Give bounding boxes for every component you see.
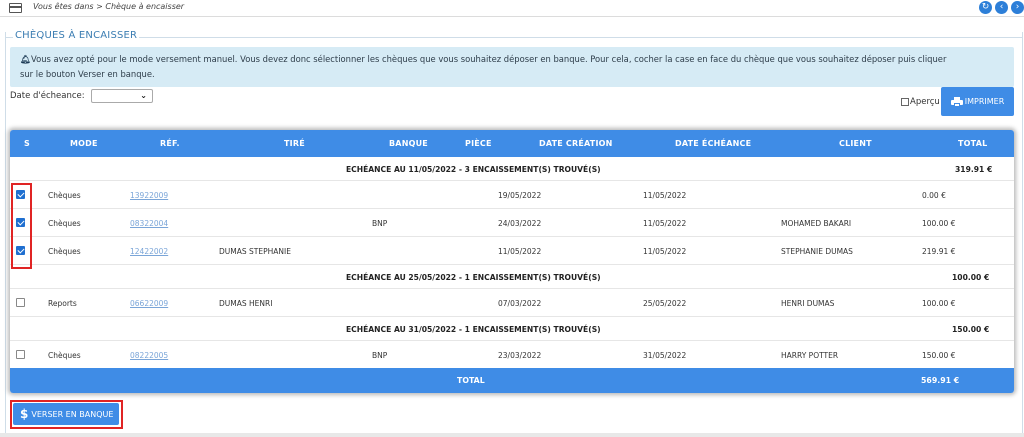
header-banque: BANQUE xyxy=(389,139,428,148)
footer-total-label: TOTAL xyxy=(457,376,485,385)
cell-banque: BNP xyxy=(372,351,388,360)
group-title: ECHÉANCE AU 25/05/2022 - 1 ENCAISSEMENT(… xyxy=(346,273,601,282)
group-total: 100.00 € xyxy=(952,273,990,282)
cell-total: 0.00 € xyxy=(922,191,946,200)
dollar-icon: $ xyxy=(20,407,29,421)
due-date-select[interactable]: ⌄ xyxy=(91,89,153,103)
header-piece: PIÈCE xyxy=(465,139,492,148)
cell-ref-link[interactable]: 13922009 xyxy=(130,191,168,200)
cell-tire: DUMAS HENRI xyxy=(219,299,273,308)
cell-date-creation: 11/05/2022 xyxy=(498,247,542,256)
cell-mode: Reports xyxy=(48,299,77,308)
cell-total: 100.00 € xyxy=(922,219,956,228)
cell-total: 219.91 € xyxy=(922,247,956,256)
info-line-2: sur le bouton Verser en banque. xyxy=(20,69,155,79)
table-row: Reports 06622009 DUMAS HENRI 07/03/2022 … xyxy=(10,289,1014,317)
checked-rows-highlight xyxy=(11,183,32,269)
forward-icon[interactable]: › xyxy=(1011,1,1024,14)
cell-client: HENRI DUMAS xyxy=(781,299,835,308)
window-icon xyxy=(9,3,22,13)
bell-icon: 🔔︎ xyxy=(20,54,31,64)
row-checkbox[interactable] xyxy=(16,298,25,307)
cell-mode: Chèques xyxy=(48,351,81,360)
cell-date-creation: 23/03/2022 xyxy=(498,351,542,360)
cell-date-echeance: 11/05/2022 xyxy=(643,247,687,256)
page-title: CHÈQUES À ENCAISSER xyxy=(13,30,140,41)
info-message: 🔔︎Vous avez opté pour le mode versement … xyxy=(10,47,1014,87)
cell-client: STEPHANIE DUMAS xyxy=(781,247,853,256)
table-footer: TOTAL 569.91 € xyxy=(10,368,1014,393)
header-ref: RÉF. xyxy=(160,139,180,148)
cell-ref-link[interactable]: 08222005 xyxy=(130,351,168,360)
horizontal-scrollbar[interactable] xyxy=(0,433,1024,437)
nav-icons: ↻ ‹ › xyxy=(979,1,1024,14)
group-total: 150.00 € xyxy=(952,325,990,334)
group-title: ECHÉANCE AU 11/05/2022 - 3 ENCAISSEMENT(… xyxy=(346,165,601,174)
cell-mode: Chèques xyxy=(48,191,81,200)
deposit-to-bank-button[interactable]: $ VERSER EN BANQUE xyxy=(13,403,119,425)
chevron-down-icon: ⌄ xyxy=(140,91,147,100)
header-s: S xyxy=(24,139,30,148)
cell-date-echeance: 25/05/2022 xyxy=(643,299,687,308)
cell-date-echeance: 11/05/2022 xyxy=(643,219,687,228)
preview-label: Aperçu xyxy=(910,97,940,107)
cell-ref-link[interactable]: 06622009 xyxy=(130,299,168,308)
table-row: Chèques 08222005 BNP 23/03/2022 31/05/20… xyxy=(10,341,1014,369)
cell-mode: Chèques xyxy=(48,219,81,228)
header-client: CLIENT xyxy=(839,139,872,148)
refresh-icon[interactable]: ↻ xyxy=(979,1,992,14)
header-date-echeance: DATE ÉCHÉANCE xyxy=(675,139,752,148)
table-row: Chèques 13922009 19/05/2022 11/05/2022 0… xyxy=(10,181,1014,209)
cell-date-echeance: 11/05/2022 xyxy=(643,191,687,200)
cell-client: MOHAMED BAKARI xyxy=(781,219,852,228)
cell-date-creation: 07/03/2022 xyxy=(498,299,542,308)
header-tire: TIRÉ xyxy=(284,139,305,148)
preview-option[interactable]: Aperçu xyxy=(901,97,940,107)
cell-mode: Chèques xyxy=(48,247,81,256)
group-row: ECHÉANCE AU 11/05/2022 - 3 ENCAISSEMENT(… xyxy=(10,157,1014,181)
cell-date-echeance: 31/05/2022 xyxy=(643,351,687,360)
cell-tire: DUMAS STEPHANIE xyxy=(219,247,291,256)
preview-checkbox[interactable] xyxy=(901,98,909,106)
info-line-1: Vous avez opté pour le mode versement ma… xyxy=(31,54,947,64)
table-header: S MODE RÉF. TIRÉ BANQUE PIÈCE DATE CRÉAT… xyxy=(10,130,1014,157)
cell-total: 150.00 € xyxy=(922,351,956,360)
cell-client: HARRY POTTER xyxy=(781,351,839,360)
group-title: ECHÉANCE AU 31/05/2022 - 1 ENCAISSEMENT(… xyxy=(346,325,601,334)
header-mode: MODE xyxy=(70,139,98,148)
cell-ref-link[interactable]: 12422002 xyxy=(130,247,168,256)
header-date-creation: DATE CRÉATION xyxy=(539,139,613,148)
deposit-button-label: VERSER EN BANQUE xyxy=(31,409,114,419)
group-total: 319.91 € xyxy=(955,165,993,174)
top-bar: Vous êtes dans > Chèque à encaisser ↻ ‹ … xyxy=(0,0,1024,17)
filter-label: Date d'écheance: xyxy=(10,91,85,101)
row-checkbox[interactable] xyxy=(16,350,25,359)
cell-date-creation: 19/05/2022 xyxy=(498,191,542,200)
footer-total-value: 569.91 € xyxy=(921,376,960,385)
back-icon[interactable]: ‹ xyxy=(995,1,1008,14)
print-button-label: IMPRIMER xyxy=(964,97,1005,106)
cell-date-creation: 24/03/2022 xyxy=(498,219,542,228)
cell-banque: BNP xyxy=(372,219,388,228)
checks-table: S MODE RÉF. TIRÉ BANQUE PIÈCE DATE CRÉAT… xyxy=(10,130,1014,393)
table-row: Chèques 08322004 BNP 24/03/2022 11/05/20… xyxy=(10,209,1014,237)
printer-icon xyxy=(950,96,963,107)
group-row: ECHÉANCE AU 31/05/2022 - 1 ENCAISSEMENT(… xyxy=(10,317,1014,341)
print-button[interactable]: IMPRIMER xyxy=(941,87,1014,116)
breadcrumb: Vous êtes dans > Chèque à encaisser xyxy=(33,2,185,11)
cell-total: 100.00 € xyxy=(922,299,956,308)
table-row: Chèques 12422002 DUMAS STEPHANIE 11/05/2… xyxy=(10,237,1014,265)
group-row: ECHÉANCE AU 25/05/2022 - 1 ENCAISSEMENT(… xyxy=(10,265,1014,289)
header-total: TOTAL xyxy=(958,139,988,148)
cell-ref-link[interactable]: 08322004 xyxy=(130,219,168,228)
